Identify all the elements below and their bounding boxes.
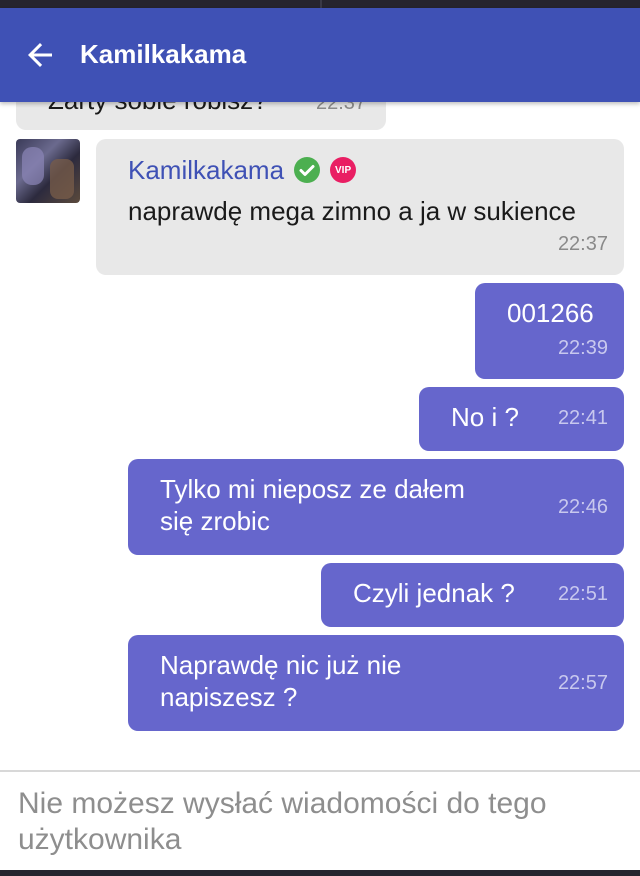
message-text: naprawdę mega zimno a ja w sukience: [128, 196, 577, 226]
message-bubble-outgoing[interactable]: 001266 22:39: [475, 283, 624, 379]
message-time: 22:37: [316, 102, 367, 114]
conversation-title: Kamilkakama: [80, 39, 247, 69]
message-time: 22:46: [557, 496, 608, 518]
message-bubble-outgoing[interactable]: No i ? 22:41: [419, 387, 624, 451]
verified-check-icon: [294, 157, 321, 183]
avatar[interactable]: [16, 139, 80, 203]
message-text: Czyli jednak ?: [353, 578, 515, 608]
message-text: Tylko mi nieposz ze dałem: [160, 474, 465, 504]
message-time: 22:39: [557, 337, 608, 359]
message-list[interactable]: Żarty sobie robisz? 22:37 Kamilkakama VI…: [0, 102, 640, 770]
cannot-message-notice: Nie możesz wysłać wiadomości do tego uży…: [18, 787, 547, 856]
message-text: się zrobic: [160, 506, 270, 536]
message-text: Naprawdę nic już nie: [160, 650, 402, 680]
navigation-bar: [0, 870, 640, 876]
message-time: 22:51: [557, 583, 608, 605]
message-text: 001266: [507, 298, 594, 328]
message-text: No i ?: [451, 402, 519, 432]
status-divider: [320, 0, 322, 8]
message-time: 22:37: [557, 233, 608, 255]
vip-badge: VIP: [330, 157, 357, 183]
message-text: Żarty sobie robisz?: [48, 102, 268, 116]
message-bubble-incoming[interactable]: Kamilkakama VIP naprawdę mega zimno a ja…: [96, 139, 624, 275]
composer-disabled: Nie możesz wysłać wiadomości do tego uży…: [0, 770, 640, 870]
message-time: 22:57: [557, 672, 608, 694]
status-bar: [0, 0, 640, 8]
message-text: napiszesz ?: [160, 682, 298, 712]
sender-row: Kamilkakama VIP: [128, 153, 357, 187]
sender-name[interactable]: Kamilkakama: [128, 154, 284, 186]
message-time: 22:41: [557, 407, 608, 429]
app-bar: Kamilkakama: [0, 8, 640, 102]
arrow-left-icon[interactable]: [22, 37, 58, 73]
message-bubble-outgoing[interactable]: Naprawdę nic już nie napiszesz ? 22:57: [128, 635, 624, 731]
message-bubble-outgoing[interactable]: Czyli jednak ? 22:51: [321, 563, 624, 627]
message-bubble-outgoing[interactable]: Tylko mi nieposz ze dałem się zrobic 22:…: [128, 459, 624, 555]
message-bubble-incoming[interactable]: Żarty sobie robisz? 22:37: [16, 102, 386, 130]
